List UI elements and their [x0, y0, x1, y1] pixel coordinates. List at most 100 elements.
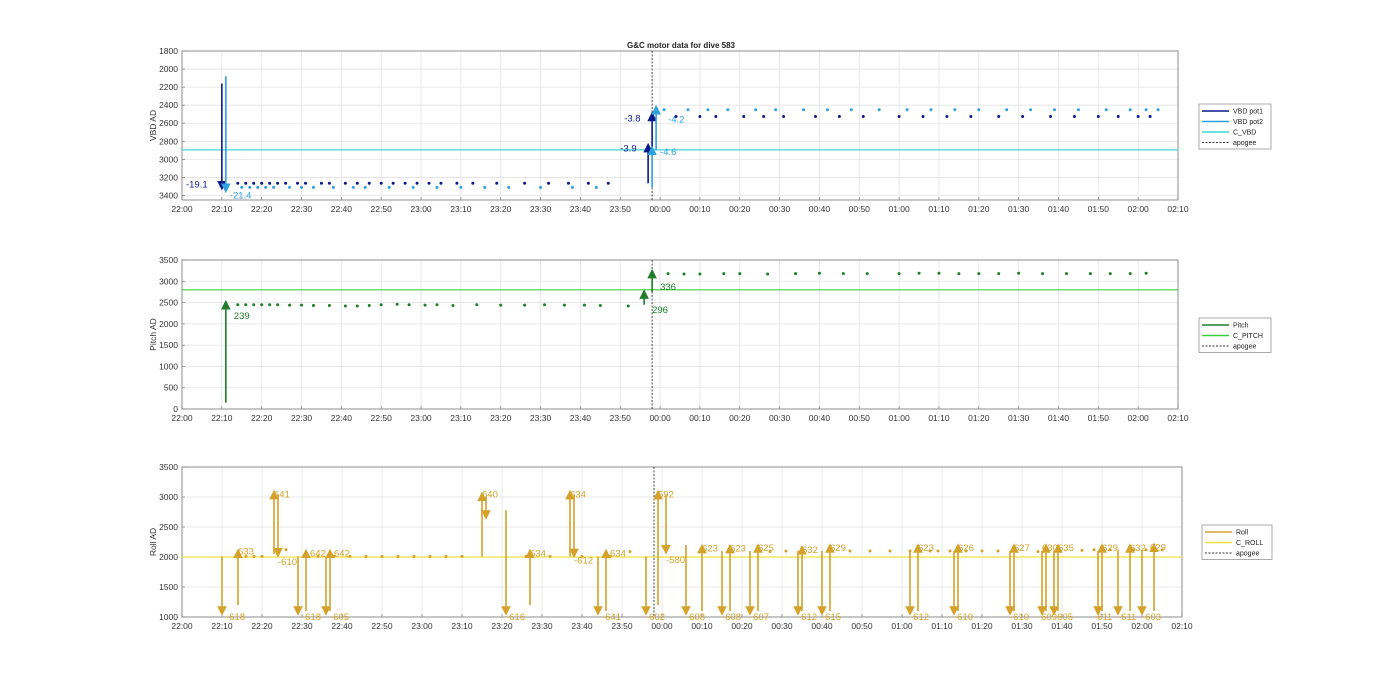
legend: Roll C_ROLLapogee — [1201, 524, 1273, 560]
data-point-pitch — [1017, 271, 1021, 275]
data-point-roll — [332, 554, 336, 558]
data-point-vbd-pot2 — [256, 185, 260, 189]
legend-entry: C_VBD — [1233, 130, 1256, 137]
data-point-vbd-pot1 — [284, 181, 288, 185]
x-tick-label: 22:30 — [291, 204, 313, 214]
data-point-vbd-pot1 — [471, 181, 475, 185]
data-point-vbd-pot2 — [331, 185, 335, 189]
chart-panels: 22:00 22:10 22:20 22:30 22:40 22:50 23:00 23:10… — [148, 46, 1273, 631]
figure-title: G&C motor data for dive 583 — [627, 41, 736, 50]
data-point-roll — [260, 554, 264, 558]
data-point-pitch — [1041, 272, 1045, 276]
move-label: -605 — [330, 612, 349, 623]
data-point-vbd-pot1 — [1049, 114, 1053, 118]
data-point-roll — [936, 549, 940, 553]
x-tick-label: 23:40 — [570, 204, 592, 214]
data-point-vbd-pot2 — [483, 185, 487, 189]
plot-frame — [181, 259, 1179, 410]
y-tick-label: 3000 — [159, 276, 178, 286]
x-tick-label: 23:20 — [490, 413, 512, 423]
data-point-pitch — [1108, 272, 1112, 276]
y-tick-label: 2000 — [159, 552, 178, 562]
y-tick-label: 2600 — [159, 118, 178, 128]
data-point-vbd-pot2 — [754, 108, 758, 112]
y-tick-label: 2800 — [159, 136, 178, 146]
data-point-pitch — [582, 303, 586, 307]
x-tick-label: 00:30 — [771, 621, 793, 631]
data-point-pitch — [1144, 271, 1148, 275]
data-point-vbd-pot2 — [953, 108, 957, 112]
data-point-vbd-pot2 — [1128, 108, 1132, 112]
data-point-pitch — [451, 304, 455, 308]
move-label: 634 — [530, 548, 546, 559]
move-label: -21.4 — [230, 190, 252, 201]
data-point-vbd-pot1 — [566, 181, 570, 185]
data-point-roll — [996, 549, 1000, 553]
data-point-vbd-pot2 — [387, 185, 391, 189]
move-label: 634 — [570, 490, 586, 501]
x-tick-label: 22:50 — [371, 413, 393, 423]
move-label: -580 — [666, 555, 685, 566]
data-point-vbd-pot1 — [606, 181, 610, 185]
data-point-pitch — [355, 304, 359, 308]
data-point-vbd-pot1 — [296, 181, 300, 185]
legend-entry: VBD pot1 — [1233, 109, 1263, 116]
data-point-pitch — [379, 303, 383, 307]
data-point-vbd-pot2 — [726, 108, 730, 112]
data-point-vbd-pot2 — [1104, 108, 1108, 112]
data-point-pitch — [343, 304, 347, 308]
move-label: -618 — [302, 612, 321, 623]
data-point-roll — [428, 554, 432, 558]
x-tick-label: 23:00 — [410, 413, 432, 423]
data-point-pitch — [1064, 272, 1068, 276]
move-label: 336 — [660, 282, 676, 293]
data-point-vbd-pot2 — [435, 185, 439, 189]
data-point-vbd-pot1 — [1072, 114, 1076, 118]
x-tick-label: 01:00 — [888, 413, 910, 423]
data-point-roll — [784, 549, 788, 553]
data-point-roll — [1036, 550, 1040, 554]
x-tick-label: 22:50 — [371, 621, 393, 631]
data-point-vbd-pot2 — [1052, 108, 1056, 112]
x-tick-label: 00:10 — [689, 413, 711, 423]
data-point-roll — [396, 554, 400, 558]
data-point-vbd-pot2 — [877, 108, 881, 112]
data-point-pitch — [407, 303, 411, 307]
data-point-vbd-pot2 — [905, 108, 909, 112]
y-tick-label: 2000 — [159, 64, 178, 74]
x-tick-label: 00:40 — [809, 413, 831, 423]
legend: VBD pot1 VBD pot2 C_VBDapogee — [1198, 103, 1272, 150]
data-point-vbd-pot1 — [355, 181, 359, 185]
data-point-roll — [548, 554, 552, 558]
data-point-roll — [1080, 548, 1084, 552]
move-label: 629 — [830, 543, 846, 554]
move-label: -611 — [1094, 612, 1112, 623]
move-label: -608 — [686, 612, 705, 623]
move-label: 632 — [802, 545, 818, 556]
data-point-vbd-pot1 — [714, 114, 718, 118]
x-tick-label: 00:30 — [769, 413, 791, 423]
y-tick-label: 3000 — [159, 492, 178, 502]
data-point-vbd-pot1 — [969, 114, 973, 118]
data-point-vbd-pot1 — [1136, 114, 1140, 118]
x-tick-label: 00:00 — [649, 204, 671, 214]
data-point-vbd-pot2 — [662, 108, 666, 112]
move-label: -611 — [1118, 612, 1136, 623]
data-point-vbd-pot2 — [240, 185, 244, 189]
data-point-roll — [1092, 548, 1096, 552]
data-point-pitch — [327, 304, 331, 308]
data-point-pitch — [252, 303, 256, 307]
data-point-pitch — [917, 271, 921, 275]
move-label: -3.9 — [620, 144, 636, 155]
move-label: 642 — [334, 548, 350, 559]
legend-entry: Roll — [1236, 530, 1249, 537]
y-tick-label: 3400 — [159, 190, 178, 200]
data-point-vbd-pot2 — [849, 108, 853, 112]
data-point-pitch — [626, 304, 630, 308]
data-point-vbd-pot1 — [1148, 114, 1152, 118]
data-point-pitch — [1128, 272, 1132, 276]
data-point-vbd-pot1 — [327, 181, 331, 185]
y-tick-label: 3200 — [159, 172, 178, 182]
legend: Pitch C_PITCHapogee — [1198, 317, 1272, 353]
move-label: 629 — [1150, 542, 1166, 553]
